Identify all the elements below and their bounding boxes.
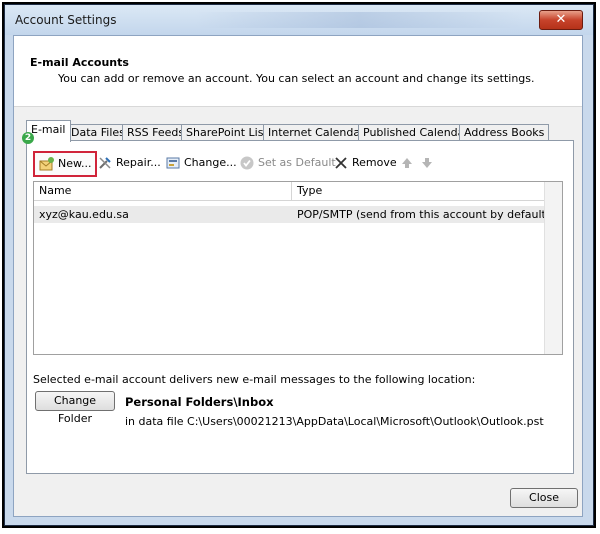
accounts-list[interactable]: Name Type xyz@kau.edu.sa POP/SMTP (send … (33, 181, 563, 355)
background-blur (195, 12, 525, 28)
delivery-description: Selected e-mail account delivers new e-m… (33, 373, 476, 386)
change-button[interactable]: Change... (165, 153, 237, 173)
title-bar[interactable]: Account Settings ✕ (5, 5, 593, 35)
tab-address-books[interactable]: Address Books (459, 124, 550, 141)
column-header-name[interactable]: Name (34, 182, 292, 200)
account-name: xyz@kau.edu.sa (39, 208, 129, 221)
section-title: E-mail Accounts (30, 56, 129, 69)
list-header: Name Type (34, 182, 546, 201)
move-down-button[interactable] (419, 153, 435, 173)
account-settings-window: Account Settings ✕ E-mail Accounts You c… (4, 4, 594, 526)
arrow-down-icon (419, 155, 435, 171)
set-as-default-button[interactable]: Set as Default (239, 153, 336, 173)
change-button-label: Change... (184, 156, 237, 169)
remove-x-icon (333, 155, 349, 171)
email-tab-panel: New... Repair... Change... Set as Defaul… (26, 140, 574, 474)
account-toolbar: New... Repair... Change... Set as Defaul… (33, 151, 567, 177)
tab-data-files[interactable]: Data Files (66, 124, 130, 141)
change-account-icon (165, 155, 181, 171)
remove-button[interactable]: Remove (333, 153, 397, 173)
new-account-icon (39, 156, 55, 172)
window-close-button[interactable]: ✕ (539, 10, 583, 30)
repair-button[interactable]: Repair... (97, 153, 161, 173)
new-button[interactable]: New... (33, 151, 98, 177)
section-subtitle: You can add or remove an account. You ca… (58, 72, 535, 85)
set-as-default-label: Set as Default (258, 156, 336, 169)
column-header-type[interactable]: Type (292, 182, 546, 200)
repair-button-label: Repair... (116, 156, 161, 169)
step-badge: 2 (22, 132, 34, 144)
change-folder-button[interactable]: Change Folder (35, 391, 115, 425)
window-title: Account Settings (15, 13, 117, 27)
move-up-button[interactable] (399, 153, 415, 173)
list-scrollbar[interactable] (544, 182, 562, 354)
checkmark-icon (239, 155, 255, 171)
tab-rss-feeds[interactable]: RSS Feeds (122, 124, 190, 141)
header-band: E-mail Accounts You can add or remove an… (14, 36, 582, 107)
close-button[interactable]: Close (510, 488, 578, 508)
account-type: POP/SMTP (send from this account by defa… (297, 208, 551, 221)
remove-button-label: Remove (352, 156, 397, 169)
arrow-up-icon (399, 155, 415, 171)
new-button-label: New... (58, 157, 92, 170)
dialog-client: E-mail Accounts You can add or remove an… (13, 35, 583, 517)
delivery-folder: Personal Folders\Inbox (125, 395, 274, 409)
tools-icon (97, 155, 113, 171)
account-row[interactable]: xyz@kau.edu.sa POP/SMTP (send from this … (34, 206, 550, 223)
data-file-path: in data file C:\Users\00021213\AppData\L… (125, 415, 544, 428)
